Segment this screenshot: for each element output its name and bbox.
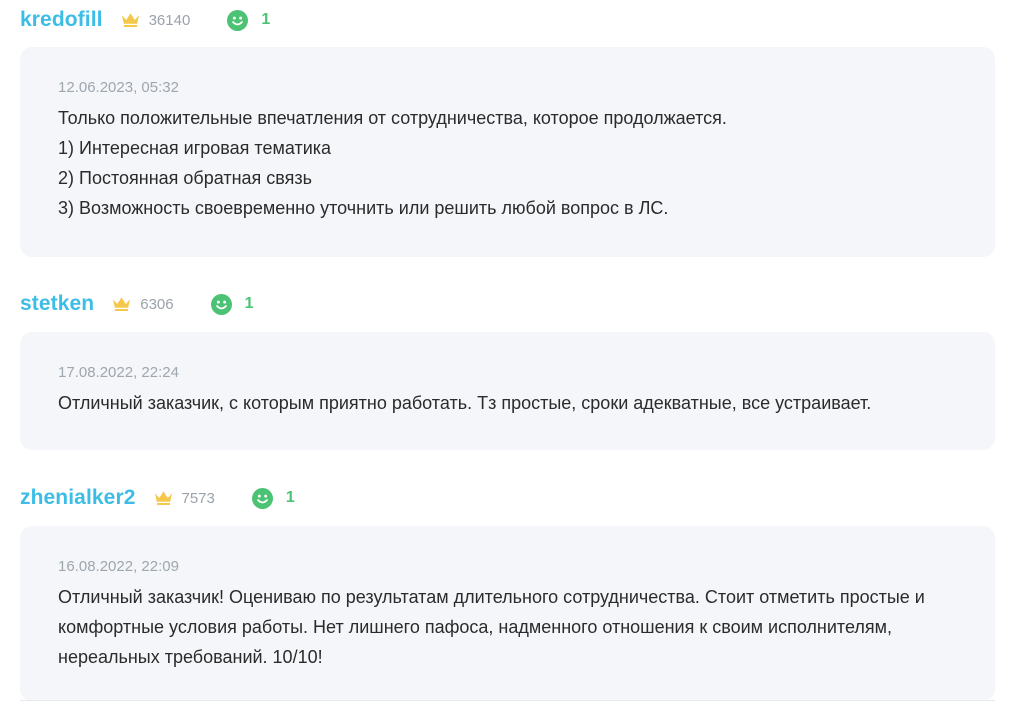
review-line: 3) Возможность своевременно уточнить или… xyxy=(58,198,669,218)
username-link[interactable]: kredofill xyxy=(20,8,103,32)
review-card: 17.08.2022, 22:24 Отличный заказчик, с к… xyxy=(20,332,995,450)
review-header: zhenialker2 7573 1 xyxy=(20,478,295,518)
user-rating: 36140 xyxy=(148,11,191,29)
crown-icon xyxy=(113,297,131,312)
review-header: kredofill 36140 1 xyxy=(20,0,270,40)
review-date: 16.08.2022, 22:09 xyxy=(58,558,179,575)
review-card: 16.08.2022, 22:09 Отличный заказчик! Оце… xyxy=(20,526,995,701)
smile-icon xyxy=(251,487,273,509)
review-header: stetken 6306 1 xyxy=(20,284,254,324)
positive-count: 1 xyxy=(285,489,295,506)
user-rating: 7573 xyxy=(181,489,215,507)
smile-icon xyxy=(227,9,249,31)
review-date: 12.06.2023, 05:32 xyxy=(58,79,179,96)
user-rating: 6306 xyxy=(140,295,174,313)
review-date: 17.08.2022, 22:24 xyxy=(58,364,179,381)
review-line: Только положительные впечатления от сотр… xyxy=(58,108,727,128)
crown-icon xyxy=(154,491,172,506)
review-line: Отличный заказчик, с которым приятно раб… xyxy=(58,393,872,413)
username-link[interactable]: zhenialker2 xyxy=(20,486,136,510)
positive-count: 1 xyxy=(244,295,254,312)
review-text: Только положительные впечатления от сотр… xyxy=(58,103,957,223)
review-text: Отличный заказчик, с которым приятно раб… xyxy=(58,388,957,418)
review-line: 2) Постоянная обратная связь xyxy=(58,168,313,188)
review-line: Отличный заказчик! Оцениваю по результат… xyxy=(58,587,925,667)
smile-icon xyxy=(210,293,232,315)
review-line: 1) Интересная игровая тематика xyxy=(58,138,332,158)
review-card: 12.06.2023, 05:32 Только положительные в… xyxy=(20,47,995,257)
username-link[interactable]: stetken xyxy=(20,292,94,316)
positive-count: 1 xyxy=(261,11,271,28)
crown-icon xyxy=(121,13,139,28)
review-text: Отличный заказчик! Оцениваю по результат… xyxy=(58,582,957,672)
